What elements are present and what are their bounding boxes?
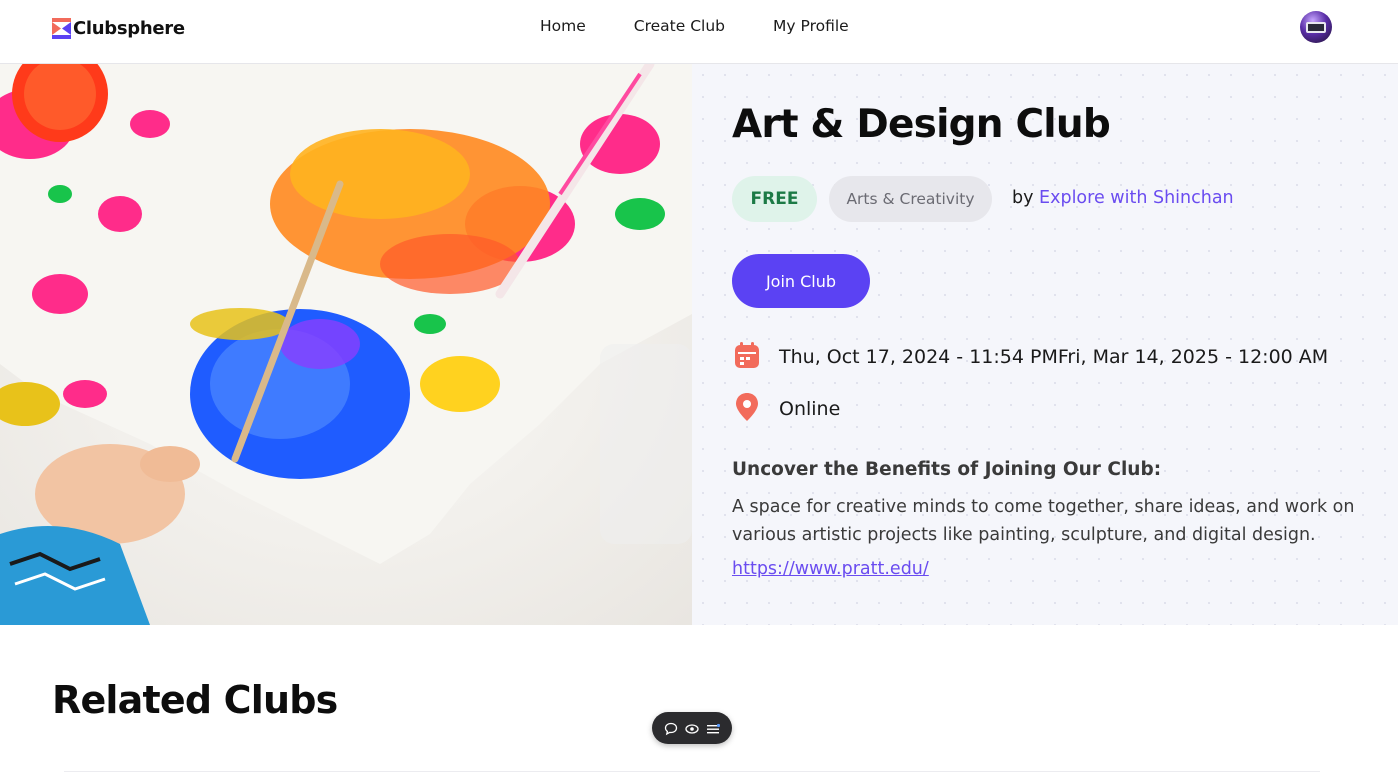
location-text: Online (779, 398, 841, 420)
nav-home[interactable]: Home (540, 17, 586, 35)
date-row: Thu, Oct 17, 2024 - 11:54 PMFri, Mar 14,… (735, 342, 1328, 372)
main-nav: Home Create Club My Profile (540, 17, 897, 35)
brand[interactable]: Clubsphere (52, 16, 185, 40)
nav-my-profile[interactable]: My Profile (773, 17, 849, 35)
price-badge: FREE (732, 176, 817, 222)
top-navbar: Clubsphere Home Create Club My Profile (0, 0, 1398, 64)
club-details-panel: Art & Design Club FREE Arts & Creativity… (692, 64, 1398, 625)
location-pin-icon (735, 393, 759, 425)
category-badge[interactable]: Arts & Creativity (829, 176, 992, 222)
user-avatar[interactable] (1300, 11, 1332, 43)
date-range-text: Thu, Oct 17, 2024 - 11:54 PMFri, Mar 14,… (779, 346, 1329, 368)
organizer-link[interactable]: Explore with Shinchan (1039, 188, 1234, 208)
floating-toolbar (652, 712, 732, 744)
brand-logo-icon (52, 17, 71, 39)
club-title: Art & Design Club (732, 102, 1111, 147)
organizer-line: by Explore with Shinchan (1012, 188, 1234, 208)
related-clubs-heading: Related Clubs (52, 678, 338, 722)
comment-icon[interactable] (664, 721, 678, 736)
section-divider (64, 771, 1320, 772)
eye-icon[interactable] (685, 721, 699, 735)
nav-create-club[interactable]: Create Club (634, 17, 725, 35)
location-row: Online (735, 393, 840, 425)
club-cover-image (0, 64, 692, 625)
benefits-heading: Uncover the Benefits of Joining Our Club… (732, 459, 1162, 480)
brand-name: Clubsphere (73, 17, 185, 39)
club-description: A space for creative minds to come toget… (732, 497, 1355, 545)
club-website-link[interactable]: https://www.pratt.edu/ (732, 559, 929, 579)
calendar-icon (735, 342, 759, 372)
by-label: by (1012, 188, 1034, 208)
avatar-image (1306, 22, 1326, 33)
join-club-button[interactable]: Join Club (732, 254, 870, 308)
menu-icon[interactable] (706, 721, 721, 735)
